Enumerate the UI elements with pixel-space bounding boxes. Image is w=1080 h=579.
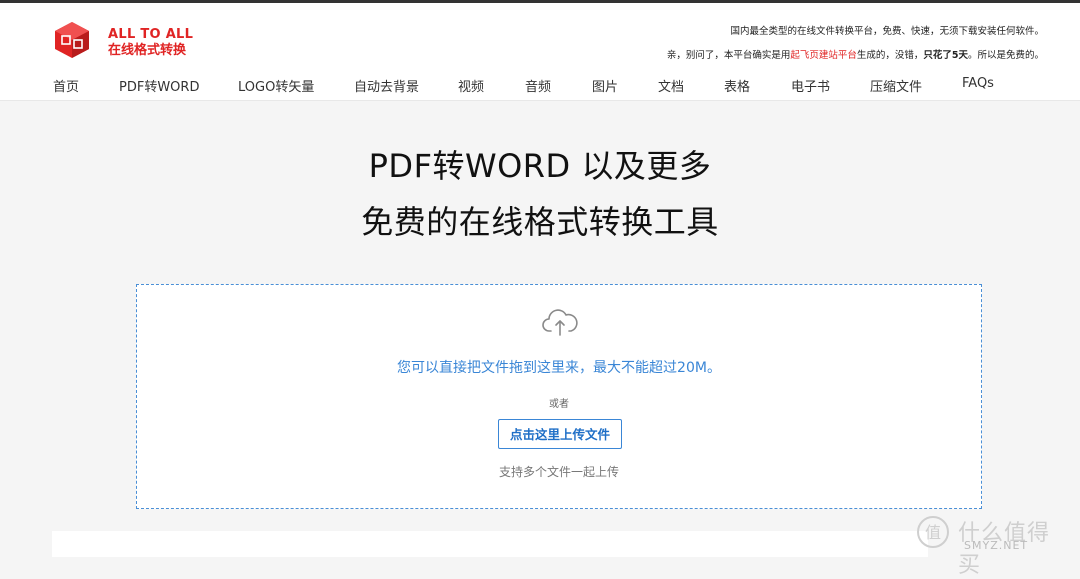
nav-item-spreadsheet[interactable]: 表格 [724, 76, 750, 95]
hero-title-line1: PDF转WORD 以及更多 [368, 147, 712, 185]
tagline-text-b: 生成的，没错， [856, 50, 924, 61]
tagline-link[interactable]: 起飞页建站平台 [790, 50, 857, 61]
main-nav: 首页 PDF转WORD LOGO转矢量 自动去背景 视频 音频 图片 文档 表格… [0, 76, 1080, 98]
logo-text[interactable]: ALL TO ALL 在线格式转换 [108, 27, 193, 59]
nav-item-video[interactable]: 视频 [458, 76, 484, 95]
nav-item-remove-background[interactable]: 自动去背景 [354, 76, 419, 95]
nav-item-image[interactable]: 图片 [592, 76, 618, 95]
watermark: 值 什么值得买 SMYZ.NET [912, 513, 1072, 578]
nav-item-pdf-to-word[interactable]: PDF转WORD [119, 76, 199, 95]
tagline-text-c: 。所以是免费的。 [967, 50, 1044, 61]
upload-file-button[interactable]: 点击这里上传文件 [498, 419, 622, 449]
tagline-bold: 只花了5天 [923, 50, 968, 61]
tagline-line1: 国内最全类型的在线文件转换平台，免费、快速，无须下载安装任何软件。 [730, 26, 1044, 37]
site-logo-icon[interactable] [52, 20, 92, 60]
nav-item-document[interactable]: 文档 [658, 76, 684, 95]
nav-item-ebook[interactable]: 电子书 [791, 76, 830, 95]
logo-chinese: 在线格式转换 [108, 43, 187, 58]
site-header: ALL TO ALL 在线格式转换 国内最全类型的在线文件转换平台，免费、快速，… [0, 3, 1080, 101]
nav-item-logo-to-vector[interactable]: LOGO转矢量 [238, 76, 314, 95]
watermark-english: SMYZ.NET [964, 539, 1029, 552]
watermark-logo-icon: 值 [917, 516, 949, 548]
cloud-upload-icon [542, 309, 578, 336]
multi-upload-hint: 支持多个文件一起上传 [498, 465, 619, 479]
svg-text:值: 值 [925, 523, 941, 542]
content-strip [52, 531, 928, 557]
nav-item-audio[interactable]: 音频 [525, 76, 551, 95]
tagline-line2: 亲，别问了，本平台确实是用起飞页建站平台生成的，没错，只花了5天。所以是免费的。 [667, 47, 1044, 61]
nav-item-home[interactable]: 首页 [53, 76, 79, 95]
or-separator: 或者 [549, 399, 569, 410]
file-drop-zone[interactable]: 您可以直接把文件拖到这里来，最大不能超过20M。 或者 点击这里上传文件 支持多… [136, 284, 982, 509]
nav-item-faqs[interactable]: FAQs [962, 76, 994, 91]
logo-english: ALL TO ALL [108, 27, 194, 42]
tagline-text-a: 亲，别问了，本平台确实是用 [666, 50, 791, 61]
hero-title-line2: 免费的在线格式转换工具 [361, 203, 719, 241]
nav-item-archive[interactable]: 压缩文件 [870, 76, 922, 95]
drop-instructions: 您可以直接把文件拖到这里来，最大不能超过20M。 [397, 360, 721, 376]
